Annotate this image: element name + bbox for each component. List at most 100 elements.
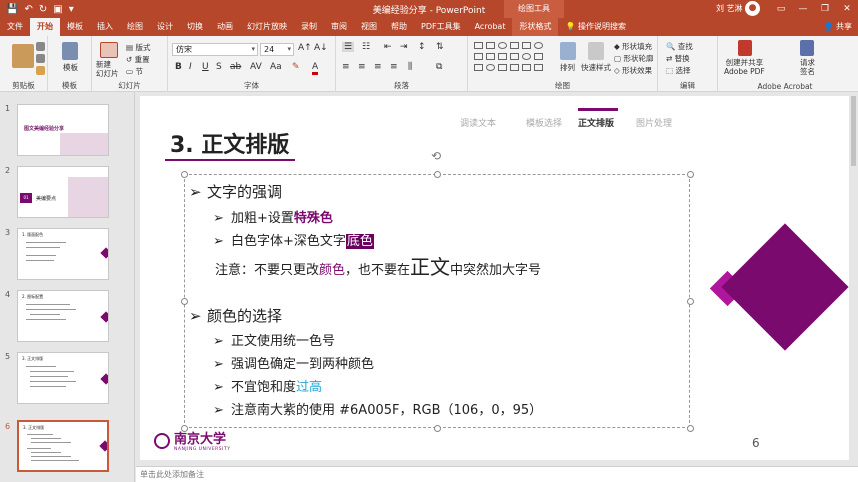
- tab-transitions[interactable]: 切换: [180, 18, 210, 36]
- columns-icon[interactable]: ⫼: [408, 62, 412, 72]
- layout-button[interactable]: ▤ 版式: [126, 42, 150, 53]
- thumb-building: [60, 133, 108, 155]
- section-button[interactable]: ▭ 节: [126, 66, 143, 77]
- format-painter-icon[interactable]: [36, 66, 45, 75]
- new-slide-icon[interactable]: [100, 42, 118, 58]
- tab-animations[interactable]: 动画: [210, 18, 240, 36]
- tab-shape-format[interactable]: 形状格式: [512, 18, 559, 36]
- shrink-font-icon[interactable]: A↓: [314, 43, 328, 53]
- slide-thumbnail-4[interactable]: 2. 图标配置: [17, 290, 109, 342]
- tab-insert[interactable]: 插入: [90, 18, 120, 36]
- slide[interactable]: 调读文本 模板选择 正文排版 图片处理 3. 正文排版 ⟲ ➢ 文字的强调 ➢ 加粗…: [140, 96, 854, 460]
- resize-handle[interactable]: [687, 171, 694, 178]
- font-color-icon[interactable]: A: [312, 62, 319, 75]
- arrange-label[interactable]: 排列: [560, 62, 575, 73]
- font-size-select[interactable]: 24: [260, 43, 294, 56]
- thumb-text-line: [26, 304, 70, 305]
- numbering-icon[interactable]: ☷: [362, 42, 370, 52]
- template-icon[interactable]: [62, 42, 78, 60]
- quick-styles-label[interactable]: 快速样式: [581, 62, 611, 73]
- scrollbar-thumb[interactable]: [851, 96, 856, 166]
- slide-thumbnails-pane: 1 图文美编经验分享 2 01 美编要点 3 1. 版面配色 4 2. 图标配置…: [0, 92, 135, 482]
- share-button[interactable]: 👤 共享: [823, 18, 858, 36]
- resize-handle[interactable]: [434, 425, 441, 432]
- lightbulb-icon: 💡: [565, 22, 578, 31]
- resize-handle[interactable]: [434, 171, 441, 178]
- minimize-button[interactable]: —: [792, 0, 814, 18]
- slide-thumbnail-6[interactable]: 3. 正文排版: [17, 420, 109, 472]
- select-button[interactable]: ⬚ 选择: [666, 65, 690, 76]
- shape-fill-button[interactable]: ◆ 形状填充: [614, 41, 652, 52]
- increase-indent-icon[interactable]: ⇥: [400, 42, 408, 52]
- tab-slideshow[interactable]: 幻灯片放映: [240, 18, 294, 36]
- new-slide-label[interactable]: 新建 幻灯片: [96, 60, 119, 78]
- replace-button[interactable]: ⇄ 替换: [666, 53, 690, 64]
- tab-pdf-tools[interactable]: PDF工具集: [414, 18, 468, 36]
- paste-icon[interactable]: [12, 44, 34, 68]
- tab-record[interactable]: 录制: [294, 18, 324, 36]
- resize-handle[interactable]: [687, 298, 694, 305]
- smartart-icon[interactable]: ⧉: [436, 62, 442, 72]
- char-spacing-icon[interactable]: AV: [250, 62, 262, 72]
- notes-pane[interactable]: 单击此处添加备注: [136, 466, 858, 482]
- cut-icon[interactable]: [36, 42, 45, 51]
- thumb-text-line: [26, 309, 76, 310]
- tab-template[interactable]: 模板: [60, 18, 90, 36]
- align-center-icon[interactable]: ≡: [358, 62, 366, 72]
- tab-view[interactable]: 视图: [354, 18, 384, 36]
- large-diamond-shape[interactable]: [721, 223, 849, 351]
- slide-title[interactable]: 3. 正文排版: [170, 127, 289, 159]
- avatar[interactable]: ●: [745, 1, 760, 16]
- rotate-handle-icon[interactable]: ⟲: [431, 150, 444, 163]
- decrease-indent-icon[interactable]: ⇤: [384, 42, 392, 52]
- template-button-label[interactable]: 模板: [63, 62, 78, 73]
- user-name[interactable]: 刘 艺淋: [716, 3, 743, 14]
- tab-draw[interactable]: 绘图: [120, 18, 150, 36]
- text-box[interactable]: ➢ 文字的强调 ➢ 加粗+设置特殊色 ➢ 白色字体+深色文字底色 注意：不要只更改颜色…: [181, 171, 694, 432]
- arrange-icon[interactable]: [560, 42, 576, 60]
- copy-icon[interactable]: [36, 54, 45, 63]
- create-share-pdf-label[interactable]: 创建并共享 Adobe PDF: [724, 58, 765, 76]
- slide-thumbnail-2[interactable]: 01 美编要点: [17, 166, 109, 218]
- resize-handle[interactable]: [181, 298, 188, 305]
- tab-help[interactable]: 帮助: [384, 18, 414, 36]
- bullets-icon[interactable]: ☰: [342, 42, 355, 52]
- find-button[interactable]: 🔍 查找: [666, 41, 693, 52]
- resize-handle[interactable]: [687, 425, 694, 432]
- tab-file[interactable]: 文件: [0, 18, 30, 36]
- align-left-icon[interactable]: ≡: [342, 62, 350, 72]
- close-button[interactable]: ✕: [836, 0, 858, 18]
- underline-icon[interactable]: U: [202, 62, 209, 72]
- grow-font-icon[interactable]: A↑: [298, 43, 312, 53]
- reset-button[interactable]: ↺ 重置: [126, 54, 150, 65]
- line-spacing-icon[interactable]: ↕: [418, 42, 426, 52]
- highlight-icon[interactable]: ✎: [292, 62, 300, 72]
- quick-styles-icon[interactable]: [588, 42, 604, 60]
- strikethrough-icon[interactable]: ab: [230, 62, 241, 72]
- create-pdf-icon[interactable]: [738, 40, 752, 56]
- align-right-icon[interactable]: ≡: [374, 62, 382, 72]
- tab-home[interactable]: 开始: [30, 18, 60, 36]
- request-signature-label[interactable]: 请求 签名: [800, 58, 815, 76]
- tell-me-search[interactable]: 💡 操作说明搜索: [558, 18, 633, 36]
- bold-icon[interactable]: B: [175, 62, 182, 72]
- shadow-icon[interactable]: S: [216, 62, 222, 72]
- vertical-scrollbar[interactable]: [849, 96, 858, 466]
- tab-acrobat[interactable]: Acrobat: [468, 18, 513, 36]
- tab-review[interactable]: 审阅: [324, 18, 354, 36]
- resize-handle[interactable]: [181, 171, 188, 178]
- request-signature-icon[interactable]: [800, 40, 814, 56]
- italic-icon[interactable]: I: [189, 62, 192, 72]
- change-case-icon[interactable]: Aa: [270, 62, 282, 72]
- font-name-select[interactable]: 仿宋: [172, 43, 258, 56]
- shape-effects-button[interactable]: ◇ 形状效果: [614, 65, 652, 76]
- ribbon-display-icon[interactable]: ▭: [770, 0, 792, 18]
- shape-outline-button[interactable]: ▢ 形状轮廓: [614, 53, 653, 64]
- slide-thumbnail-5[interactable]: 3. 正文排版: [17, 352, 109, 404]
- tab-design[interactable]: 设计: [150, 18, 180, 36]
- justify-icon[interactable]: ≡: [390, 62, 398, 72]
- slide-thumbnail-3[interactable]: 1. 版面配色: [17, 228, 109, 280]
- slide-thumbnail-1[interactable]: 图文美编经验分享: [17, 104, 109, 156]
- restore-button[interactable]: ❐: [814, 0, 836, 18]
- text-direction-icon[interactable]: ⇅: [436, 42, 444, 52]
